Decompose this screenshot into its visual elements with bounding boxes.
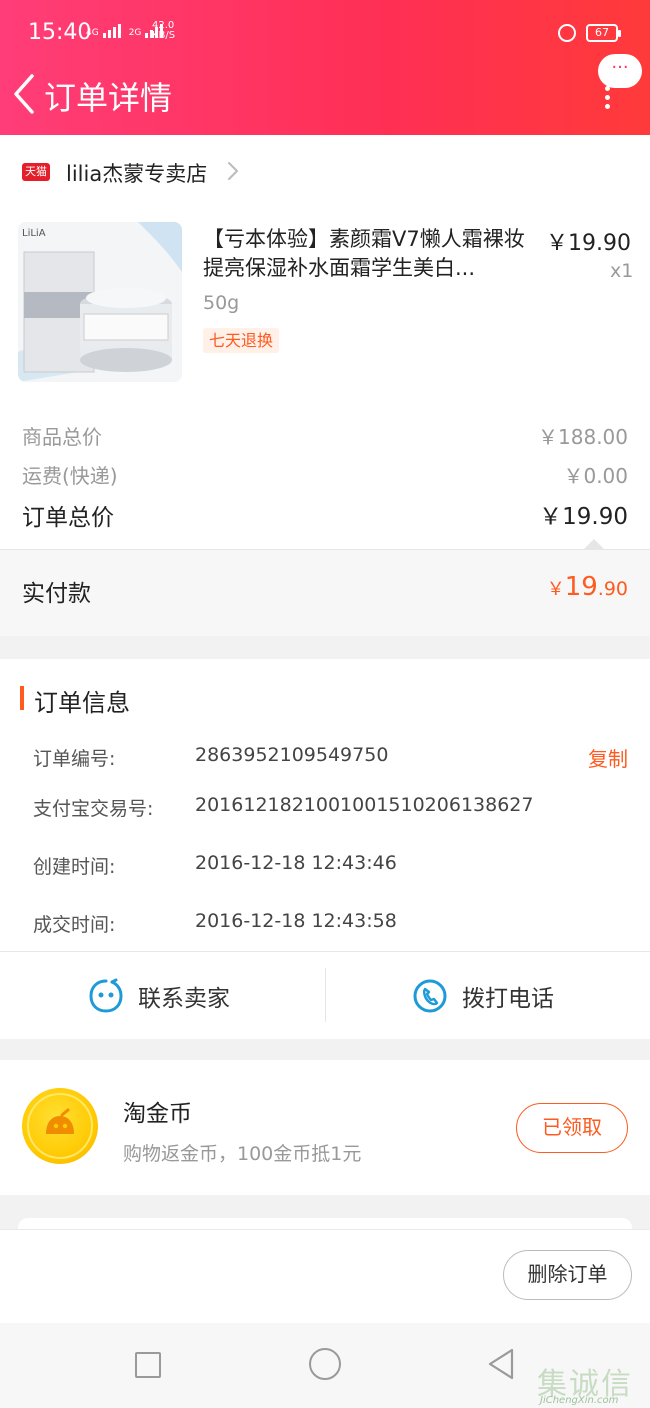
product-title[interactable]: 【亏本体验】素颜霜V7懒人霜裸妆提亮保湿补水面霜学生美白... [203, 225, 533, 283]
net-speed-unit: KB/S [152, 30, 176, 41]
paid-decimal: .90 [597, 578, 628, 600]
call-phone-label: 拨打电话 [462, 986, 554, 1012]
product-quantity: x1 [610, 260, 634, 282]
tmall-badge: 天猫 [22, 163, 50, 181]
more-menu-button[interactable]: ··· [598, 54, 642, 88]
network-1-label: 4G [86, 28, 99, 38]
product-spec: 50g [203, 292, 240, 314]
product-price: ￥19.90 [546, 231, 631, 256]
alarm-icon [558, 24, 576, 42]
order-number-label: 订单编号: [33, 748, 116, 770]
product-image[interactable]: LiLiA [18, 222, 182, 382]
section-accent-bar [20, 686, 24, 710]
coins-received-button[interactable]: 已领取 [516, 1103, 628, 1153]
alipay-trade-label: 支付宝交易号: [33, 798, 154, 820]
paid-notch [584, 539, 604, 549]
created-time-value: 2016-12-18 12:43:46 [195, 852, 397, 874]
shipping-label: 运费(快递) [22, 464, 118, 488]
coin-subtitle: 购物返金币，100金币抵1元 [123, 1143, 362, 1165]
paid-currency: ￥ [546, 579, 565, 600]
order-info-title: 订单信息 [34, 689, 130, 717]
coin-title: 淘金币 [123, 1101, 192, 1127]
alipay-trade-value: 2016121821001001510206138627 [195, 794, 534, 816]
order-number-value: 2863952109549750 [195, 744, 389, 766]
chevron-right-icon[interactable] [224, 160, 242, 182]
call-phone-button[interactable]: 拨打电话 [412, 975, 554, 1017]
gold-coin-icon [22, 1088, 98, 1164]
kebab-menu-icon[interactable] [600, 86, 614, 112]
copy-button[interactable]: 复制 [588, 743, 628, 772]
watermark-url: JiChengXin.com [540, 1395, 619, 1406]
order-total-label: 订单总价 [22, 505, 114, 531]
contact-seller-label: 联系卖家 [138, 986, 230, 1012]
image-brand: LiLiA [22, 228, 46, 239]
shipping-value: ￥0.00 [563, 464, 628, 488]
created-time-label: 创建时间: [33, 856, 116, 878]
back-button[interactable] [8, 72, 42, 116]
network-2-label: 2G [128, 28, 142, 38]
cream-jar-image: LiLiA [18, 222, 182, 382]
paid-integer: 19 [564, 572, 598, 602]
paid-amount: ￥19.90 [547, 572, 628, 602]
nav-back-button[interactable] [486, 1347, 516, 1381]
home-button[interactable] [309, 1348, 341, 1380]
shop-name[interactable]: lilia杰蒙专卖店 [66, 158, 207, 188]
order-total-value: ￥19.90 [539, 504, 628, 530]
chat-face-icon [89, 978, 123, 1013]
battery-level: 67 [595, 26, 609, 39]
page-title: 订单详情 [44, 79, 173, 117]
delete-order-button[interactable]: 删除订单 [503, 1250, 632, 1300]
contact-seller-button[interactable]: 联系卖家 [88, 975, 230, 1017]
paid-label: 实付款 [22, 581, 91, 607]
status-bar: 15:40 4G 2G 42.0 KB/S 67 [0, 0, 650, 66]
net-speed: 42.0 KB/S [152, 21, 175, 41]
deal-time-value: 2016-12-18 12:43:58 [195, 910, 397, 932]
app-header: 15:40 4G 2G 42.0 KB/S 67 订单详情 ··· [0, 0, 650, 135]
action-divider [325, 968, 326, 1022]
status-time: 15:40 [28, 20, 92, 45]
deal-time-label: 成交时间: [33, 914, 116, 936]
phone-icon [413, 979, 447, 1013]
chevron-left-icon [14, 74, 34, 114]
recent-apps-button[interactable] [135, 1352, 161, 1378]
return-policy-tag: 七天退换 [203, 328, 280, 353]
signal-bars-1-icon [102, 22, 121, 38]
goods-total-label: 商品总价 [22, 425, 102, 449]
goods-total-value: ￥188.00 [538, 425, 628, 449]
battery-icon: 67 [586, 24, 621, 42]
